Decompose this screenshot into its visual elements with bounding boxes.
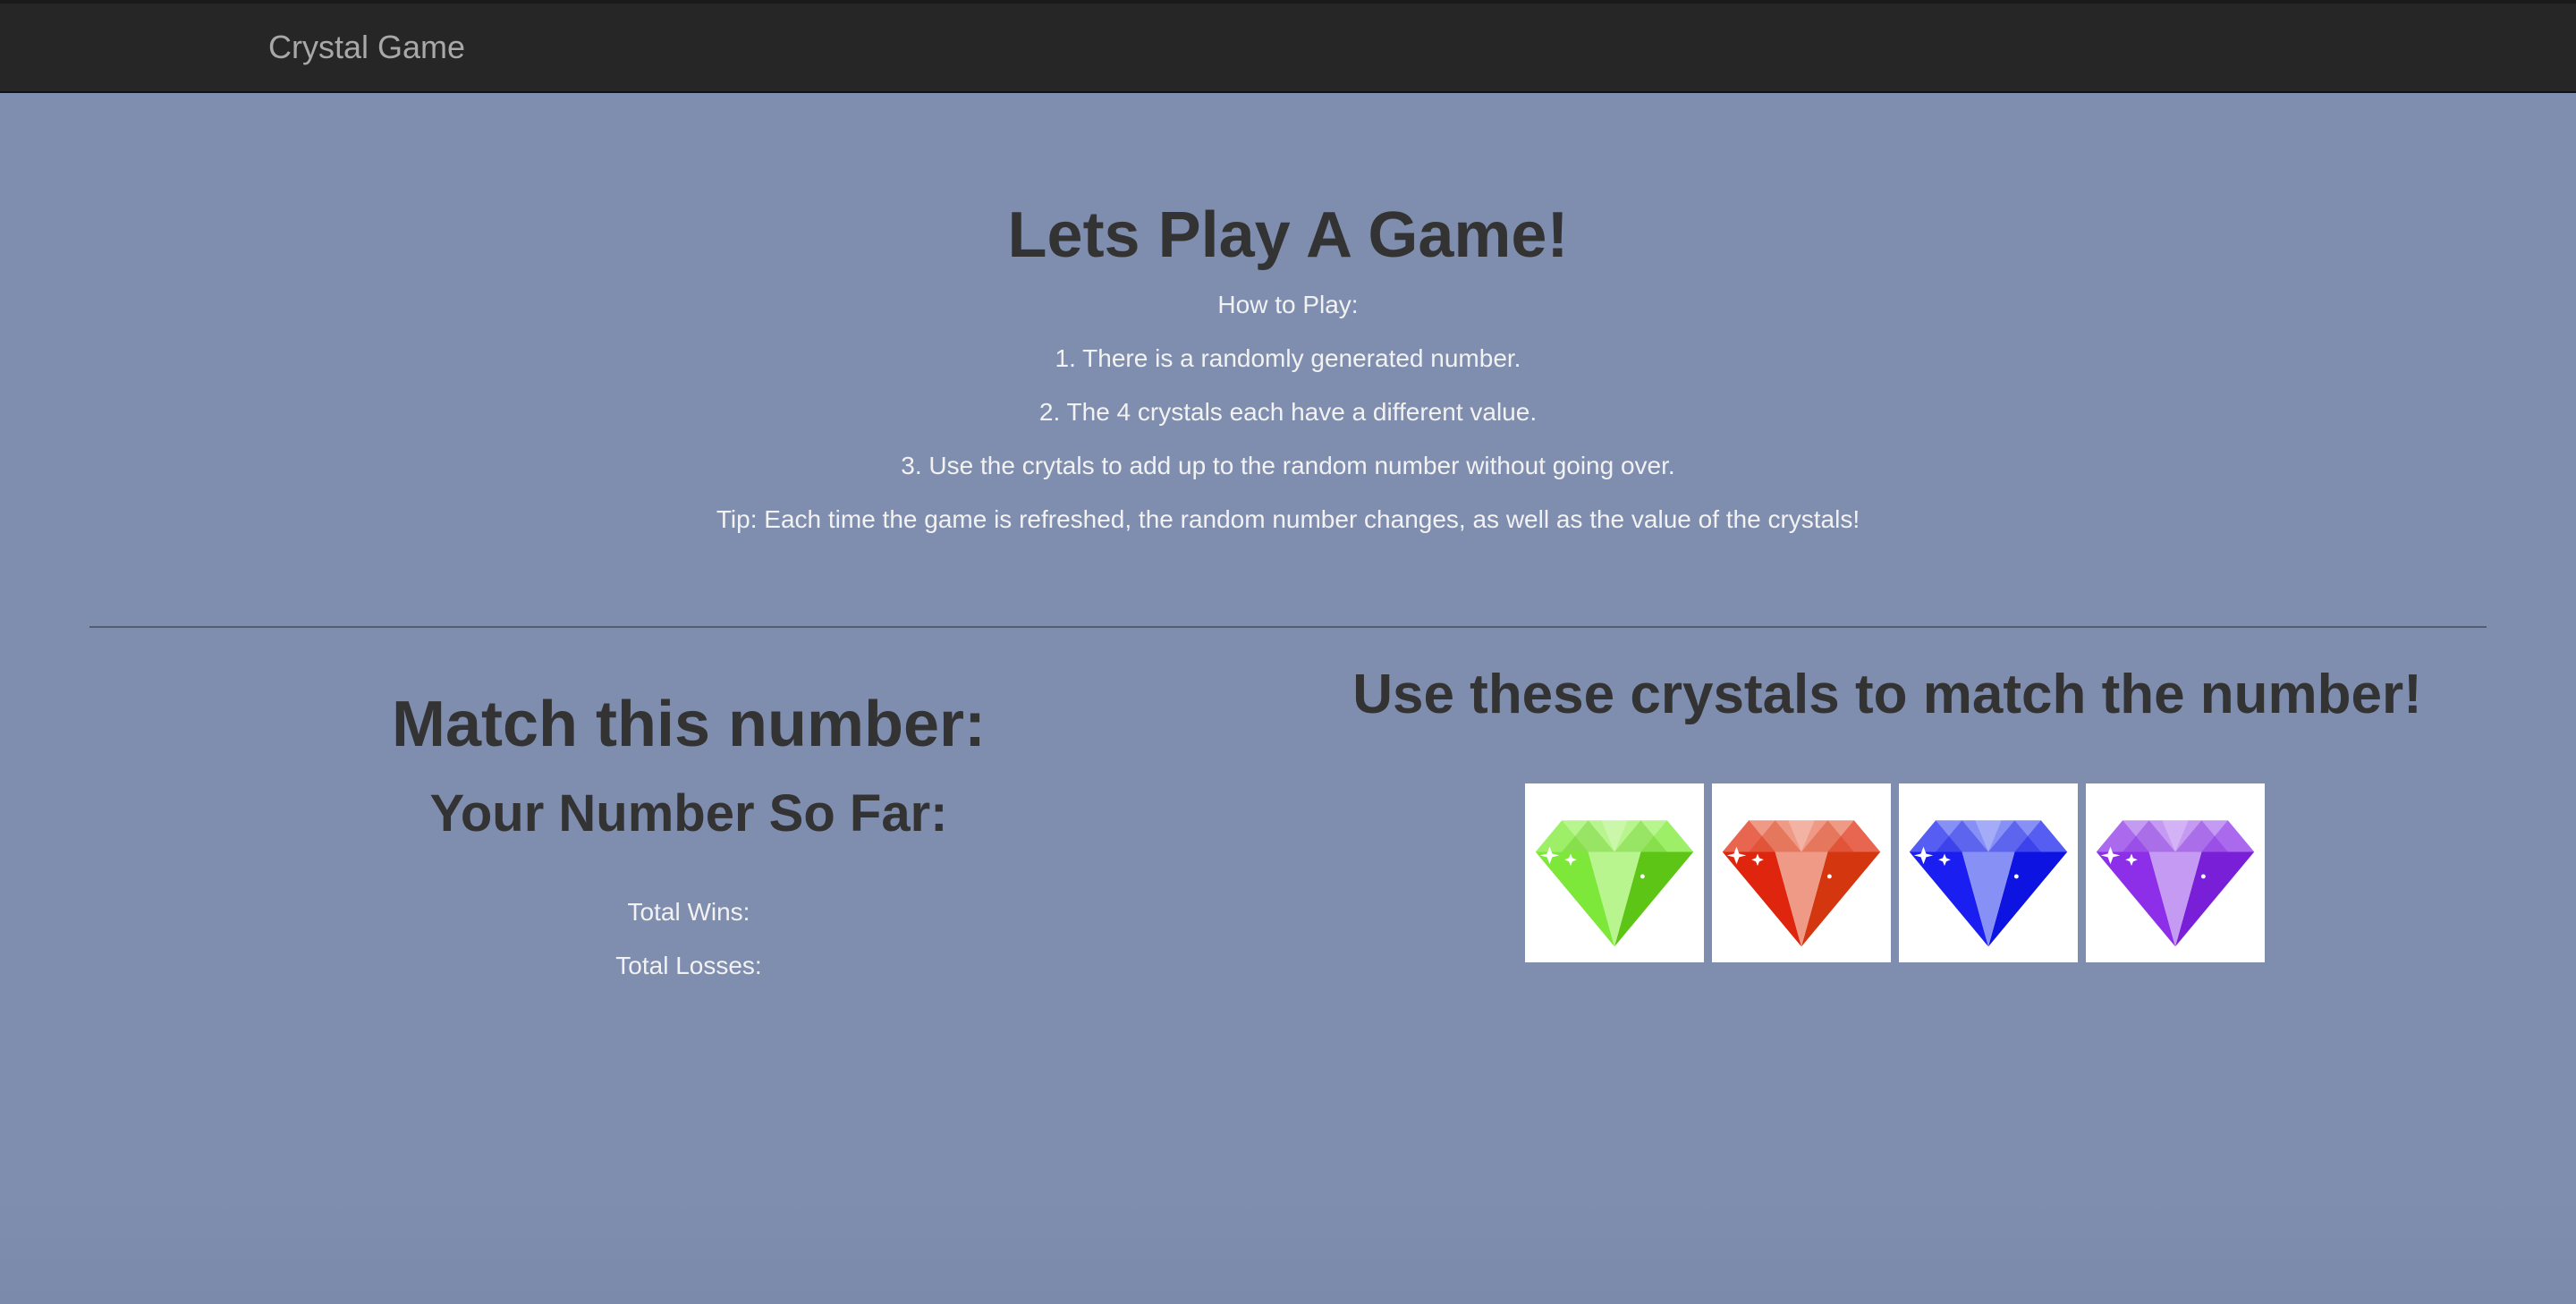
page-title: Lets Play A Game! — [1007, 199, 1569, 271]
crystal-row — [1295, 783, 2494, 962]
current-total-label: Your Number So Far: — [429, 784, 948, 843]
crystal-button-1[interactable] — [1524, 783, 1704, 962]
how-to-heading: How to Play: — [1217, 291, 1359, 318]
intro-section: Lets Play A Game! How to Play: 1. There … — [0, 192, 2576, 546]
score-panel: Match this number: Your Number So Far: T… — [89, 680, 1288, 993]
brand-link[interactable]: Crystal Game — [268, 29, 465, 66]
crystal-button-4[interactable] — [2085, 783, 2265, 962]
blue-crystal-icon — [1909, 820, 2067, 947]
stats: Total Wins: Total Losses: — [89, 885, 1288, 993]
crystal-button-3[interactable] — [1898, 783, 2078, 962]
tip-text: Tip: Each time the game is refreshed, th… — [716, 505, 1860, 533]
rule-1: 1. There is a randomly generated number. — [1055, 344, 1521, 372]
crystal-button-2[interactable] — [1711, 783, 1891, 962]
rule-2: 2. The 4 crystals each have a different … — [1038, 398, 1538, 426]
section-divider — [89, 626, 2487, 628]
navbar: Crystal Game — [0, 0, 2576, 93]
total-losses: Total Losses: — [615, 952, 762, 979]
green-crystal-icon — [1535, 820, 1693, 947]
target-number-label: Match this number: — [391, 689, 987, 760]
rule-3: 3. Use the crytals to add up to the rand… — [901, 452, 1675, 479]
bottom-shadow — [0, 1198, 2576, 1304]
crystals-heading: Use these crystals to match the number! — [1352, 664, 2422, 725]
crystal-panel: Use these crystals to match the number! — [1288, 653, 2487, 962]
red-crystal-icon — [1722, 820, 1880, 947]
purple-crystal-icon — [2096, 820, 2254, 947]
total-wins: Total Wins: — [627, 898, 750, 926]
